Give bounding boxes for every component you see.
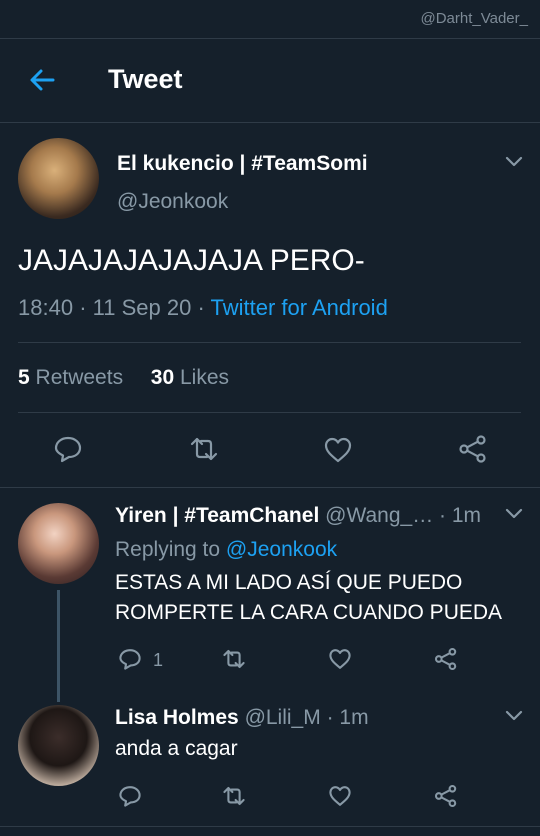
- replying-to-handle[interactable]: @Jeonkook: [226, 538, 337, 561]
- meta-separator: ·: [79, 295, 93, 320]
- retweet-icon[interactable]: [189, 434, 219, 464]
- retweets-count: 5: [18, 366, 30, 389]
- reply-text-line: ESTAS A MI LADO ASÍ QUE PUEDO: [115, 571, 463, 594]
- tweet-source-link[interactable]: Twitter for Android: [211, 295, 388, 320]
- watermark-handle: @Darht_Vader_: [420, 10, 528, 27]
- section-divider: [0, 487, 540, 488]
- reply-avatar[interactable]: [18, 705, 99, 786]
- comment-icon[interactable]: [53, 434, 83, 464]
- reply-header: Lisa Holmes @Lili_M · 1m: [115, 706, 369, 730]
- tweet-text: JAJAJAJAJAJAJA PERO-: [18, 244, 365, 277]
- heart-icon[interactable]: [328, 647, 352, 671]
- replying-prefix: Replying to: [115, 538, 221, 561]
- page-title: Tweet: [108, 64, 183, 94]
- retweets-stat[interactable]: 5 Retweets: [18, 366, 123, 389]
- back-arrow-icon[interactable]: [28, 66, 56, 94]
- retweets-label: Retweets: [35, 366, 124, 389]
- reply-age: · 1m: [326, 706, 369, 729]
- comment-icon[interactable]: [118, 784, 142, 808]
- section-divider: [0, 826, 540, 827]
- share-icon[interactable]: [434, 784, 458, 808]
- share-icon[interactable]: [458, 434, 488, 464]
- chevron-down-icon[interactable]: [505, 508, 523, 520]
- author-handle[interactable]: @Jeonkook: [117, 190, 228, 214]
- header-divider: [0, 122, 540, 123]
- reply-author-name[interactable]: Yiren | #TeamChanel: [115, 504, 319, 527]
- header-bar: Tweet: [0, 40, 540, 122]
- likes-stat[interactable]: 30 Likes: [151, 366, 229, 389]
- chevron-down-icon[interactable]: [505, 156, 523, 168]
- reply-author-handle[interactable]: @Wang_…: [325, 504, 433, 527]
- heart-icon[interactable]: [328, 784, 352, 808]
- tweet-stats: 5 Retweets 30 Likes: [18, 366, 229, 390]
- share-icon[interactable]: [434, 647, 458, 671]
- reply-text-line: ROMPERTE LA CARA CUANDO PUEDA: [115, 601, 503, 624]
- tweet-time: 18:40: [18, 295, 74, 320]
- reply-author-handle[interactable]: @Lili_M: [245, 706, 321, 729]
- retweet-icon[interactable]: [222, 784, 246, 808]
- replying-to: Replying to @Jeonkook: [115, 538, 337, 562]
- reply-age: · 1m: [439, 504, 482, 527]
- reply-count: 1: [153, 650, 164, 670]
- divider: [18, 342, 521, 343]
- author-name[interactable]: El kukencio | #TeamSomi: [117, 152, 368, 176]
- author-avatar[interactable]: [18, 138, 99, 219]
- likes-label: Likes: [179, 366, 229, 389]
- heart-icon[interactable]: [323, 435, 353, 465]
- reply-avatar[interactable]: [18, 503, 99, 584]
- reply-header: Yiren | #TeamChanel @Wang_… · 1m: [115, 504, 481, 528]
- divider: [18, 412, 521, 413]
- chevron-down-icon[interactable]: [505, 710, 523, 722]
- reply-text: anda a cagar: [115, 737, 238, 760]
- reply-author-name[interactable]: Lisa Holmes: [115, 706, 239, 729]
- tweet-date: 11 Sep 20: [92, 295, 192, 320]
- likes-count: 30: [150, 366, 175, 389]
- thread-connector: [57, 590, 60, 702]
- top-divider: [0, 38, 540, 39]
- meta-separator: ·: [197, 295, 211, 320]
- reply-text: ESTAS A MI LADO ASÍ QUE PUEDO ROMPERTE L…: [115, 568, 502, 628]
- tweet-meta: 18:40 · 11 Sep 20 · Twitter for Android: [18, 295, 388, 321]
- comment-icon[interactable]: [118, 647, 142, 671]
- retweet-icon[interactable]: [222, 647, 246, 671]
